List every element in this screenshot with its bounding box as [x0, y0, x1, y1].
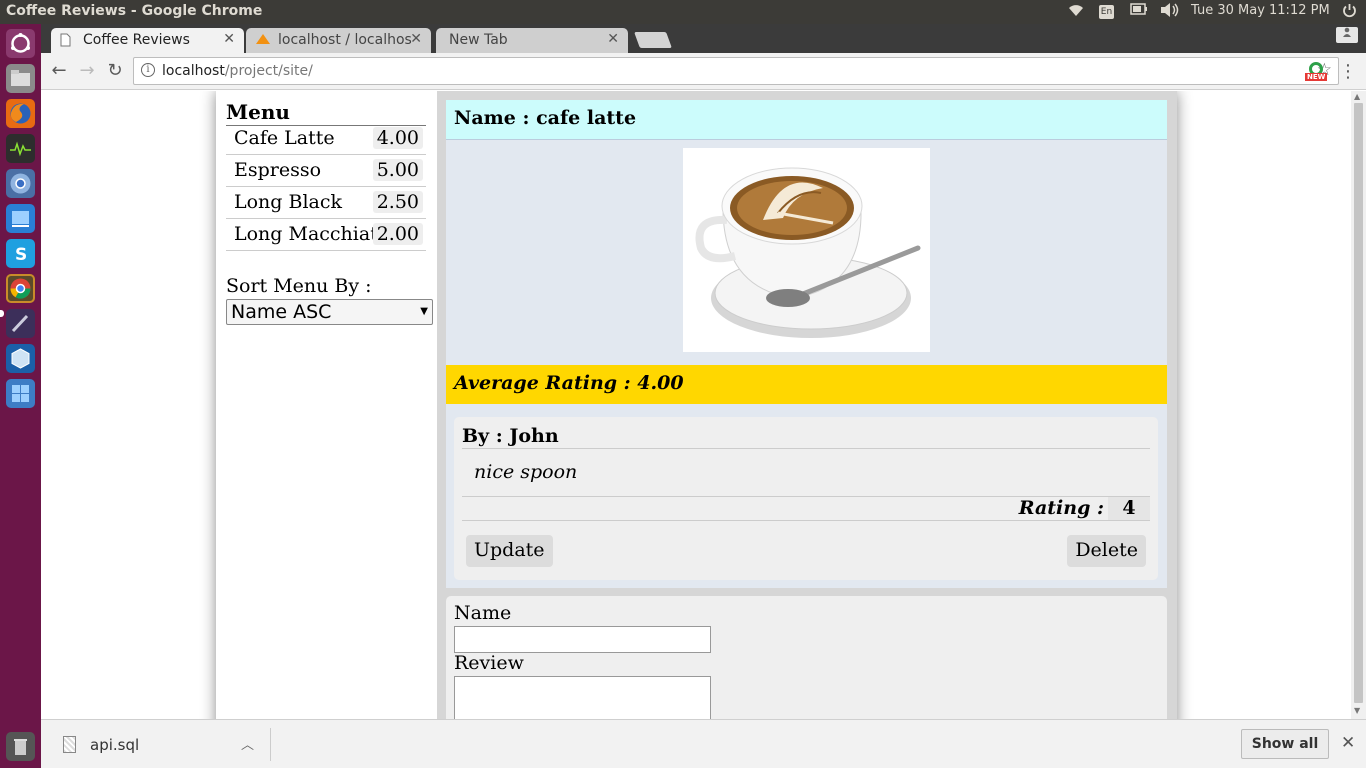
coffee-detail-panel: Name : cafe latte Average Rating: 4.00 …: [446, 100, 1167, 588]
browser-tab-strip: Coffee Reviews ✕ localhost / localhos ✕ …: [41, 24, 1366, 53]
power-icon[interactable]: [1342, 3, 1357, 22]
review-author: By : John: [462, 425, 1150, 449]
page-container: Menu Cafe Latte 4.00 Espresso 5.00 Long …: [216, 91, 1177, 719]
rating-label: Rating :: [1018, 497, 1104, 519]
virtualbox-icon[interactable]: [6, 344, 35, 373]
menu-item-name: Cafe Latte: [234, 127, 335, 149]
menu-item-name: Long Black: [234, 191, 343, 213]
unity-launcher: S: [0, 24, 41, 768]
url-text: localhost/project/site/: [162, 63, 313, 79]
close-tab-icon[interactable]: ✕: [410, 31, 422, 47]
editor-icon[interactable]: [6, 309, 35, 338]
keyboard-layout-indicator[interactable]: En: [1099, 5, 1114, 19]
tab-label: localhost / localhos: [278, 32, 412, 48]
reload-button[interactable]: ↻: [104, 60, 126, 82]
clock[interactable]: Tue 30 May 11:12 PM: [1191, 3, 1330, 18]
window-title: Coffee Reviews - Google Chrome: [6, 3, 263, 19]
tab-label: Coffee Reviews: [83, 32, 190, 48]
menu-item-price: 2.50: [372, 191, 423, 213]
url-path: /project/site/: [224, 63, 313, 79]
review-textarea[interactable]: [454, 676, 711, 719]
scrollbar-thumb[interactable]: [1354, 103, 1363, 703]
address-bar[interactable]: i localhost/project/site/ ☆: [133, 57, 1339, 85]
trash-icon[interactable]: [6, 732, 35, 761]
menu-item-long-macchiato[interactable]: Long Macchiato 2.00: [226, 219, 426, 251]
scroll-up-icon[interactable]: ▲: [1354, 92, 1360, 101]
system-monitor-icon[interactable]: [6, 134, 35, 163]
page-icon: [60, 33, 71, 51]
name-input[interactable]: [454, 626, 711, 653]
volume-icon[interactable]: [1160, 3, 1180, 21]
site-info-icon[interactable]: i: [141, 63, 155, 77]
workspaces-switcher-icon[interactable]: [6, 379, 35, 408]
update-review-button[interactable]: Update: [466, 535, 553, 567]
tab-phpmyadmin[interactable]: localhost / localhos ✕: [246, 28, 431, 53]
workspace-app-icon[interactable]: [6, 204, 35, 233]
extension-badge: NEW: [1305, 73, 1328, 81]
extension-icon[interactable]: NEW: [1305, 62, 1328, 84]
review-form: Name Review: [446, 596, 1167, 719]
menu-item-name: Espresso: [234, 159, 322, 181]
review-card: By : John nice spoon Rating : 4 Update D…: [454, 417, 1158, 580]
menu-item-price: 2.00: [372, 223, 423, 245]
browser-toolbar: ← → ↻ i localhost/project/site/ ☆ NEW ⋮: [41, 53, 1366, 90]
content-area: Name : cafe latte Average Rating: 4.00 …: [437, 91, 1177, 719]
forward-button[interactable]: →: [76, 60, 98, 82]
firefox-icon[interactable]: [6, 99, 35, 128]
menu-item-price: 4.00: [372, 127, 423, 149]
menu-sidebar: Menu Cafe Latte 4.00 Espresso 5.00 Long …: [216, 91, 437, 719]
svg-text:S: S: [15, 245, 27, 265]
review-text: nice spoon: [474, 461, 578, 483]
scroll-down-icon[interactable]: ▼: [1354, 706, 1360, 715]
coffee-name-heading: Name : cafe latte: [446, 100, 1167, 140]
close-icon[interactable]: ✕: [1341, 733, 1355, 753]
review-field-label: Review: [454, 652, 524, 674]
tab-coffee-reviews[interactable]: Coffee Reviews ✕: [51, 28, 244, 53]
sort-selected-value: Name ASC: [231, 301, 332, 323]
system-top-panel: Coffee Reviews - Google Chrome En Tue 30…: [0, 0, 1366, 24]
menu-item-espresso[interactable]: Espresso 5.00: [226, 155, 426, 187]
skype-icon[interactable]: S: [6, 239, 35, 268]
file-icon: [63, 736, 76, 753]
chromium-icon[interactable]: [6, 169, 35, 198]
tab-label: New Tab: [449, 32, 508, 48]
dropdown-arrow-icon: ▼: [420, 306, 428, 317]
average-rating-bar: Average Rating : 4.00: [446, 365, 1167, 404]
page-viewport: Menu Cafe Latte 4.00 Espresso 5.00 Long …: [41, 91, 1351, 719]
url-host: localhost: [162, 63, 225, 79]
close-tab-icon[interactable]: ✕: [607, 31, 619, 47]
back-button[interactable]: ←: [48, 60, 70, 82]
new-tab-button[interactable]: [634, 32, 672, 48]
rating-value: 4: [1108, 497, 1150, 520]
sort-select[interactable]: Name ASC ▼: [226, 299, 433, 325]
menu-item-price: 5.00: [372, 159, 423, 181]
delete-review-button[interactable]: Delete: [1067, 535, 1146, 567]
wifi-icon[interactable]: [1068, 3, 1084, 21]
name-field-label: Name: [454, 602, 512, 624]
download-file-name[interactable]: api.sql: [90, 736, 139, 754]
show-all-button[interactable]: Show all: [1241, 729, 1329, 759]
browser-menu-icon[interactable]: ⋮: [1339, 61, 1357, 82]
active-app-pip: [0, 310, 4, 317]
download-bar: api.sql ︿ Show all ✕: [41, 719, 1366, 768]
coffee-cup-image: [683, 148, 930, 352]
divider: [270, 728, 271, 761]
menu-item-cafe-latte[interactable]: Cafe Latte 4.00: [226, 123, 426, 155]
chrome-icon[interactable]: [6, 274, 35, 303]
menu-item-name: Long Macchiato: [234, 223, 390, 245]
ubuntu-dash-icon[interactable]: [6, 29, 35, 58]
sort-label: Sort Menu By :: [226, 275, 372, 297]
tab-new-tab[interactable]: New Tab ✕: [436, 28, 628, 53]
phpmyadmin-icon: [255, 33, 271, 49]
battery-icon[interactable]: [1130, 3, 1148, 19]
menu-item-long-black[interactable]: Long Black 2.50: [226, 187, 426, 219]
review-rating-row: Rating : 4: [462, 496, 1150, 521]
files-icon[interactable]: [6, 64, 35, 93]
page-scrollbar[interactable]: ▲ ▼: [1351, 91, 1366, 719]
chevron-up-icon[interactable]: ︿: [241, 734, 254, 753]
close-tab-icon[interactable]: ✕: [223, 31, 235, 47]
profile-icon[interactable]: [1336, 27, 1358, 43]
